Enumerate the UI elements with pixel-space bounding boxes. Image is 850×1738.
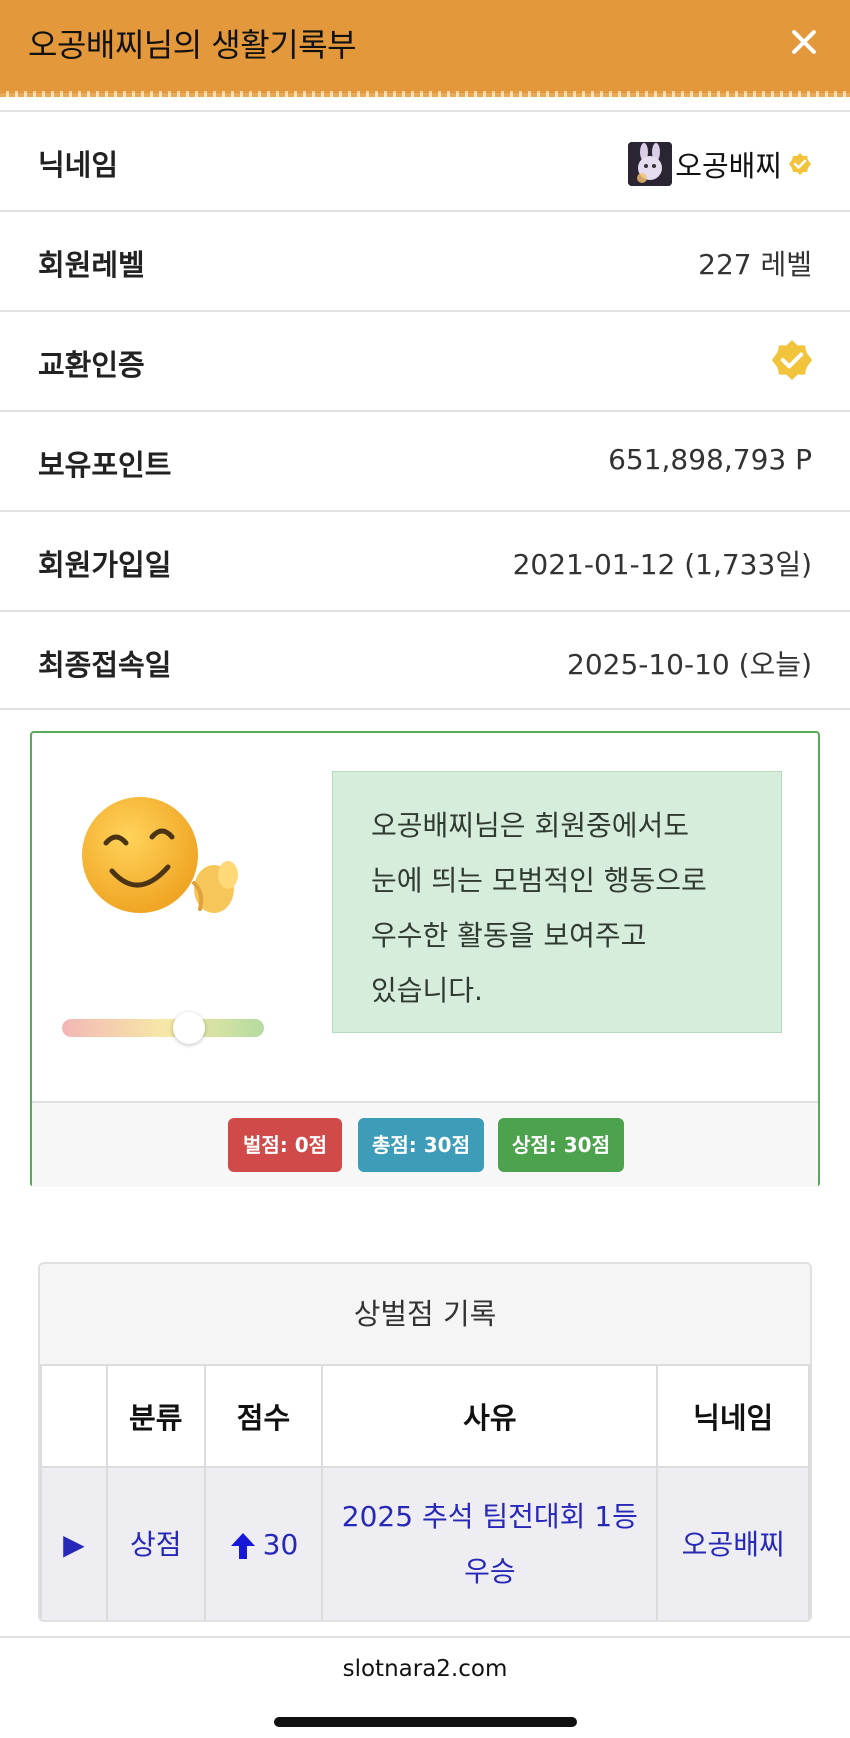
level-label: 회원레벨	[38, 248, 145, 282]
nickname-value[interactable]: 오공배찌	[675, 143, 782, 185]
comment-box: 오공배찌님은 회원중에서도 눈에 띄는 모범적인 행동으로 우수한 활동을 보여…	[332, 771, 782, 1033]
last-login-label: 최종접속일	[38, 648, 172, 682]
header-bar: 오공배찌님의 생활기록부	[0, 0, 850, 93]
penalty-badge: 벌점: 0점	[228, 1118, 342, 1172]
home-indicator[interactable]	[274, 1717, 577, 1727]
comment-line: 있습니다.	[371, 974, 483, 1007]
joined-value: 2021-01-12 (1,733일)	[512, 548, 812, 581]
expand-toggle[interactable]: ▶	[40, 1466, 108, 1620]
info-row-last-login: 최종접속일 2025-10-10 (오늘)	[0, 610, 850, 710]
column-header-score: 점수	[203, 1364, 324, 1468]
record-score: 30	[203, 1466, 324, 1620]
arrow-up-icon	[230, 1532, 255, 1559]
record-nickname[interactable]: 오공배찌	[656, 1466, 810, 1620]
info-row-nickname: 닉네임 오공배찌	[0, 110, 850, 210]
info-row-level: 회원레벨 227 레벨	[0, 210, 850, 310]
joined-label: 회원가입일	[38, 548, 172, 582]
reward-badge: 상점: 30점	[498, 1118, 624, 1172]
last-login-value: 2025-10-10 (오늘)	[567, 648, 812, 681]
score-summary: 벌점: 0점 총점: 30점 상점: 30점	[32, 1101, 818, 1187]
header-divider	[0, 91, 850, 97]
record-reason-line: 2025 추석 팀전대회 1등	[341, 1500, 638, 1533]
exchange-label: 교환인증	[38, 348, 145, 382]
info-row-points: 보유포인트 651,898,793 P	[0, 410, 850, 510]
gauge-thumb	[173, 1012, 206, 1044]
record-title: 상벌점 기록	[353, 1297, 497, 1331]
comment-line: 눈에 띄는 모범적인 행동으로	[371, 864, 707, 897]
total-badge: 총점: 30점	[358, 1118, 484, 1172]
record-reason-line: 우승	[464, 1555, 516, 1588]
verified-badge-icon	[788, 152, 812, 176]
page-title: 오공배찌님의 생활기록부	[28, 26, 357, 64]
verified-badge-icon	[770, 338, 814, 382]
smiling-face-icon	[78, 793, 268, 953]
info-row-joined: 회원가입일 2021-01-12 (1,733일)	[0, 510, 850, 610]
avatar	[628, 142, 672, 186]
table-header-row: 분류 점수 사유 닉네임	[40, 1364, 810, 1468]
comment-line: 오공배찌님은 회원중에서도	[371, 809, 690, 842]
points-value: 651,898,793 P	[608, 443, 812, 476]
score-panel: 오공배찌님은 회원중에서도 눈에 띄는 모범적인 행동으로 우수한 활동을 보여…	[30, 731, 820, 1187]
url-text[interactable]: slotnara2.com	[0, 1656, 850, 1682]
column-header-nickname: 닉네임	[656, 1364, 810, 1468]
table-row[interactable]: ▶ 상점 30 2025 추석 팀전대회 1등 우승 오공배찌	[40, 1466, 810, 1620]
level-value: 227 레벨	[698, 248, 812, 281]
column-header-category: 분류	[105, 1364, 206, 1468]
close-icon[interactable]	[784, 22, 824, 62]
info-row-exchange: 교환인증	[0, 310, 850, 410]
record-card: 상벌점 기록 분류 점수 사유 닉네임 ▶ 상점 30 2025 추석 팀전대회…	[38, 1262, 812, 1622]
column-header-expand	[40, 1364, 108, 1468]
column-header-reason: 사유	[321, 1364, 659, 1468]
nickname-label: 닉네임	[38, 148, 119, 182]
record-table: 분류 점수 사유 닉네임 ▶ 상점 30 2025 추석 팀전대회 1등 우승 …	[40, 1364, 810, 1620]
record-reason: 2025 추석 팀전대회 1등 우승	[321, 1466, 659, 1620]
browser-address-bar: slotnara2.com	[0, 1636, 850, 1738]
record-category: 상점	[105, 1466, 206, 1620]
points-label: 보유포인트	[38, 448, 172, 482]
record-score-value: 30	[262, 1527, 299, 1561]
behavior-gauge	[62, 1012, 264, 1044]
comment-line: 우수한 활동을 보여주고	[371, 919, 647, 952]
